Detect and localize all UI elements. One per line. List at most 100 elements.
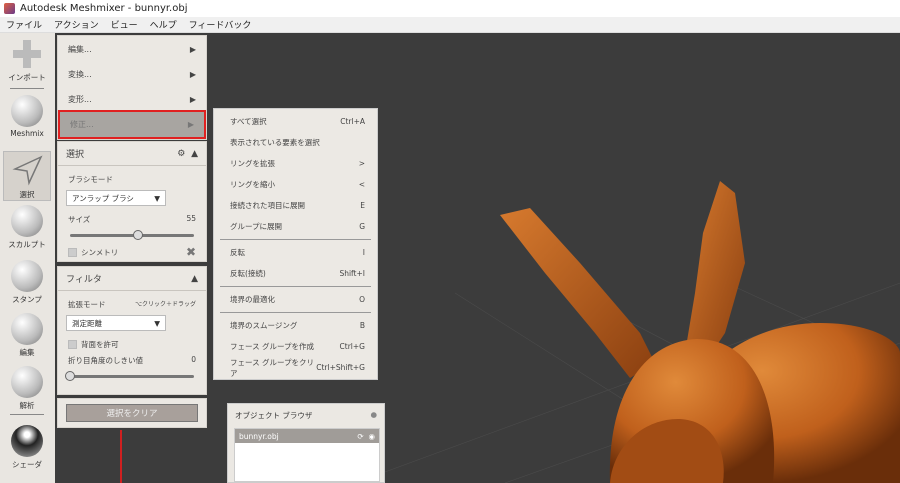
collapse-icon[interactable]: ▲ — [191, 274, 198, 284]
context-menu-item[interactable]: フェース グループを作成 Ctrl+G — [214, 336, 377, 357]
chevron-right-icon: ▶ — [189, 95, 196, 104]
object-browser: オブジェクト ブラウザ ● bunnyr.obj ⟳ ◉ — [227, 403, 385, 483]
context-menu-item[interactable]: 境界の最適化 O — [214, 289, 377, 310]
expand-hint: ⌥クリック＋ドラッグ — [135, 301, 196, 308]
tool-label: スカルプト — [8, 240, 46, 249]
chevron-down-icon: ▼ — [154, 193, 160, 203]
gear-icon[interactable]: ⚙ — [177, 149, 185, 159]
eye-icon[interactable]: ◉ — [368, 432, 375, 441]
chevron-right-icon: ▶ — [189, 45, 196, 54]
crease-slider-handle[interactable] — [65, 371, 75, 381]
size-label: サイズ — [68, 215, 91, 224]
stamp-icon — [11, 260, 43, 292]
menu-item-label: リングを縮小 — [230, 180, 275, 189]
menu-item-label: フェース グループを作成 — [230, 342, 315, 351]
tool-edit-mesh[interactable]: 編集 — [3, 313, 51, 358]
meshmix-head-icon — [11, 95, 43, 127]
submenu-label: 編集... — [68, 45, 92, 54]
clear-panel: 選択をクリア — [57, 398, 207, 428]
tool-meshmix-head[interactable]: Meshmix — [3, 95, 51, 138]
filter-panel-title: フィルタ — [66, 275, 102, 285]
collapse-icon[interactable]: ▲ — [191, 149, 198, 159]
menu-item-label: フェース グループをクリア — [230, 357, 315, 378]
object-item[interactable]: bunnyr.obj ⟳ ◉ — [235, 429, 379, 443]
context-menu-item[interactable]: フェース グループをクリア Ctrl+Shift+G — [214, 357, 377, 378]
menu-item-label: 反転 — [230, 248, 245, 257]
select-arrow-icon — [11, 155, 43, 187]
menu-item-shortcut: Ctrl+G — [339, 342, 365, 351]
menu-item-shortcut: B — [359, 321, 365, 330]
crease-label: 折り目角度のしきい値 — [68, 356, 143, 365]
title-bar: Autodesk Meshmixer - bunnyr.obj — [0, 0, 900, 17]
menu-item-label: 境界の最適化 — [230, 295, 275, 304]
submenu-item[interactable]: 変形... ▶ — [58, 87, 206, 112]
submenu-item[interactable]: 修正... ▶ — [58, 110, 206, 139]
context-menu-item[interactable]: すべて選択 Ctrl+A — [214, 111, 377, 132]
filter-panel: フィルタ ▲ 拡張モード ⌥クリック＋ドラッグ 測定距離 ▼ 背面を許可 折り目角度の… — [57, 266, 207, 395]
tool-sculpt-brush[interactable]: スカルプト — [3, 205, 51, 250]
menu-0[interactable]: ファイル — [0, 18, 48, 31]
clear-selection-button[interactable]: 選択をクリア — [66, 404, 198, 422]
brush-mode-value: アンラップ ブラシ — [72, 193, 134, 203]
allow-backface-checkbox[interactable] — [68, 340, 77, 349]
symmetry-label: シンメトリ — [81, 247, 119, 257]
brush-mode-dropdown[interactable]: アンラップ ブラシ ▼ — [66, 190, 166, 206]
close-icon[interactable]: ● — [370, 410, 377, 421]
tool-label: スタンプ — [12, 295, 42, 304]
menu-item-shortcut: I — [362, 248, 365, 257]
menu-item-shortcut: Ctrl+Shift+G — [316, 363, 365, 372]
menu-divider — [220, 286, 371, 287]
context-menu-item[interactable]: 接続された項目に展開 E — [214, 195, 377, 216]
expand-mode-label: 拡張モード — [68, 300, 106, 309]
context-menu-item[interactable]: グループに展開 G — [214, 216, 377, 237]
brush-mode-label: ブラシモード — [68, 175, 113, 184]
context-menu-item[interactable]: 反転 I — [214, 242, 377, 263]
tool-stamp[interactable]: スタンプ — [3, 260, 51, 305]
menu-item-label: グループに展開 — [230, 222, 283, 231]
menu-item-shortcut: Ctrl+A — [340, 117, 365, 126]
tool-label: 選択 — [19, 190, 35, 199]
object-browser-title: オブジェクト ブラウザ — [235, 411, 313, 420]
context-menu-item[interactable]: リングを拡張 > — [214, 153, 377, 174]
context-menu-item[interactable]: 反転(接続) Shift+I — [214, 263, 377, 284]
submenu-label: 変形... — [68, 95, 92, 104]
menu-item-shortcut: E — [360, 201, 365, 210]
menu-item-label: すべて選択 — [230, 117, 267, 126]
menu-item-shortcut: < — [358, 180, 365, 189]
tool-select-arrow[interactable]: 選択 — [3, 151, 51, 201]
submenu-item[interactable]: 編集... ▶ — [58, 37, 206, 62]
chevron-right-icon: ▶ — [189, 70, 196, 79]
tool-plus[interactable]: インポート — [3, 38, 51, 83]
menu-divider — [220, 239, 371, 240]
submenu-item[interactable]: 変換... ▶ — [58, 62, 206, 87]
tool-shader-sphere[interactable]: シェーダ — [3, 425, 51, 470]
object-list: bunnyr.obj ⟳ ◉ — [234, 428, 380, 482]
menu-3[interactable]: ヘルプ — [144, 18, 183, 31]
context-menu-item[interactable]: 境界のスムージング B — [214, 315, 377, 336]
select-submenu: 編集... ▶ 変換... ▶ 変形... ▶ 修正... ▶ — [57, 35, 207, 140]
shader-sphere-icon — [11, 425, 43, 457]
tool-analysis[interactable]: 解析 — [3, 366, 51, 411]
tools-icon[interactable]: ✖ — [186, 245, 196, 259]
context-menu-item[interactable]: リングを縮小 < — [214, 174, 377, 195]
menu-item-label: 接続された項目に展開 — [230, 201, 305, 210]
select-panel-title: 選択 — [66, 150, 85, 160]
transform-icon[interactable]: ⟳ — [357, 432, 363, 441]
crease-slider[interactable] — [65, 371, 194, 381]
sculpt-brush-icon — [11, 205, 43, 237]
size-slider-handle[interactable] — [133, 230, 144, 240]
expand-mode-value: 測定距離 — [72, 318, 102, 328]
plus-icon — [11, 38, 43, 70]
menu-4[interactable]: フィードバック — [183, 18, 258, 31]
bunny-mesh[interactable] — [500, 181, 900, 483]
menu-item-shortcut: Shift+I — [339, 269, 365, 278]
context-menu-item[interactable]: 表示されている要素を選択 — [214, 132, 377, 153]
object-name: bunnyr.obj — [239, 431, 279, 441]
symmetry-checkbox[interactable] — [68, 247, 77, 257]
menu-1[interactable]: アクション — [48, 18, 105, 31]
menu-item-label: 反転(接続) — [230, 269, 266, 278]
size-slider[interactable] — [70, 230, 194, 240]
menu-2[interactable]: ビュー — [105, 18, 144, 31]
edit-mesh-icon — [11, 313, 43, 345]
expand-mode-dropdown[interactable]: 測定距離 ▼ — [66, 315, 166, 331]
